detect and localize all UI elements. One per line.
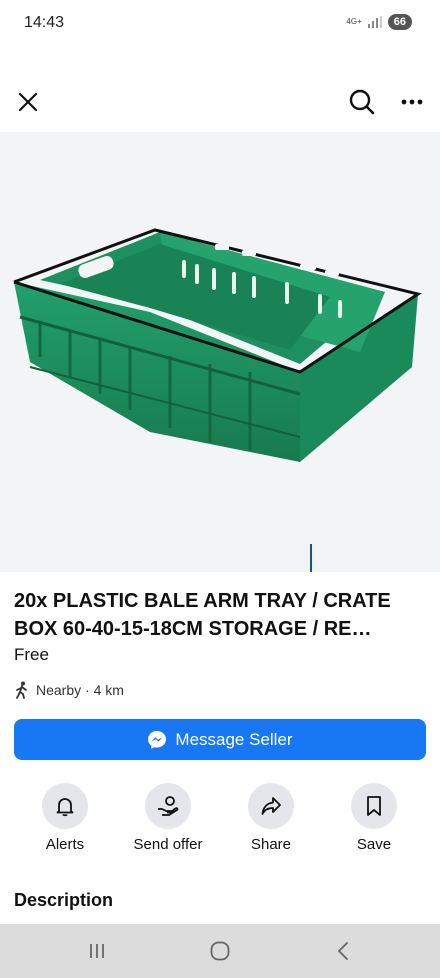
save-circle [351,783,397,829]
crate-image [13,228,422,462]
save-button[interactable]: Save [329,783,419,853]
recent-apps-icon [90,944,104,958]
back-icon [337,942,348,960]
status-icons: 4G+ 66 [346,14,412,30]
app-bar [0,78,440,126]
battery-badge: 66 [387,14,412,30]
scroll-indicator [310,544,312,572]
messenger-icon [148,730,167,749]
walking-icon [16,681,27,699]
back-button[interactable] [328,938,358,964]
more-options-icon [401,99,423,105]
close-button[interactable] [10,84,46,120]
system-nav-bar [0,924,440,978]
status-time: 14:43 [24,14,65,31]
product-photo[interactable] [0,132,440,572]
share-icon [261,797,281,815]
alerts-button[interactable]: Alerts [20,783,110,853]
save-label: Save [356,836,392,853]
alerts-circle [42,783,88,829]
share-circle [248,783,294,829]
share-button[interactable]: Share [226,783,316,853]
bell-icon [56,798,74,817]
signal-icon [367,16,382,28]
search-icon [349,89,375,115]
status-bar: 14:43 4G+ 66 [0,0,440,48]
message-seller-button[interactable]: Message Seller [14,719,426,760]
network-type: 4G+ [346,17,362,26]
bookmark-icon [367,796,381,816]
close-icon [18,92,38,112]
listing-location: Nearby · 4 km [14,681,124,699]
home-icon [210,941,230,961]
description-heading: Description [14,890,114,910]
home-button[interactable] [205,938,235,964]
recent-apps-button[interactable] [82,938,112,964]
send-offer-circle [145,783,191,829]
send-offer-icon [158,796,179,816]
search-button[interactable] [344,84,380,120]
send-offer-label: Send offer [133,836,203,853]
location-text: Nearby · 4 km [36,682,124,698]
listing-title: 20x PLASTIC BALE ARM TRAY / CRATE BOX 60… [14,590,391,640]
listing-price: Free [14,645,49,664]
message-seller-label: Message Seller [175,729,293,749]
send-offer-button[interactable]: Send offer [123,783,213,853]
share-label: Share [250,836,292,853]
more-options-button[interactable] [394,84,430,120]
alerts-label: Alerts [45,836,85,853]
